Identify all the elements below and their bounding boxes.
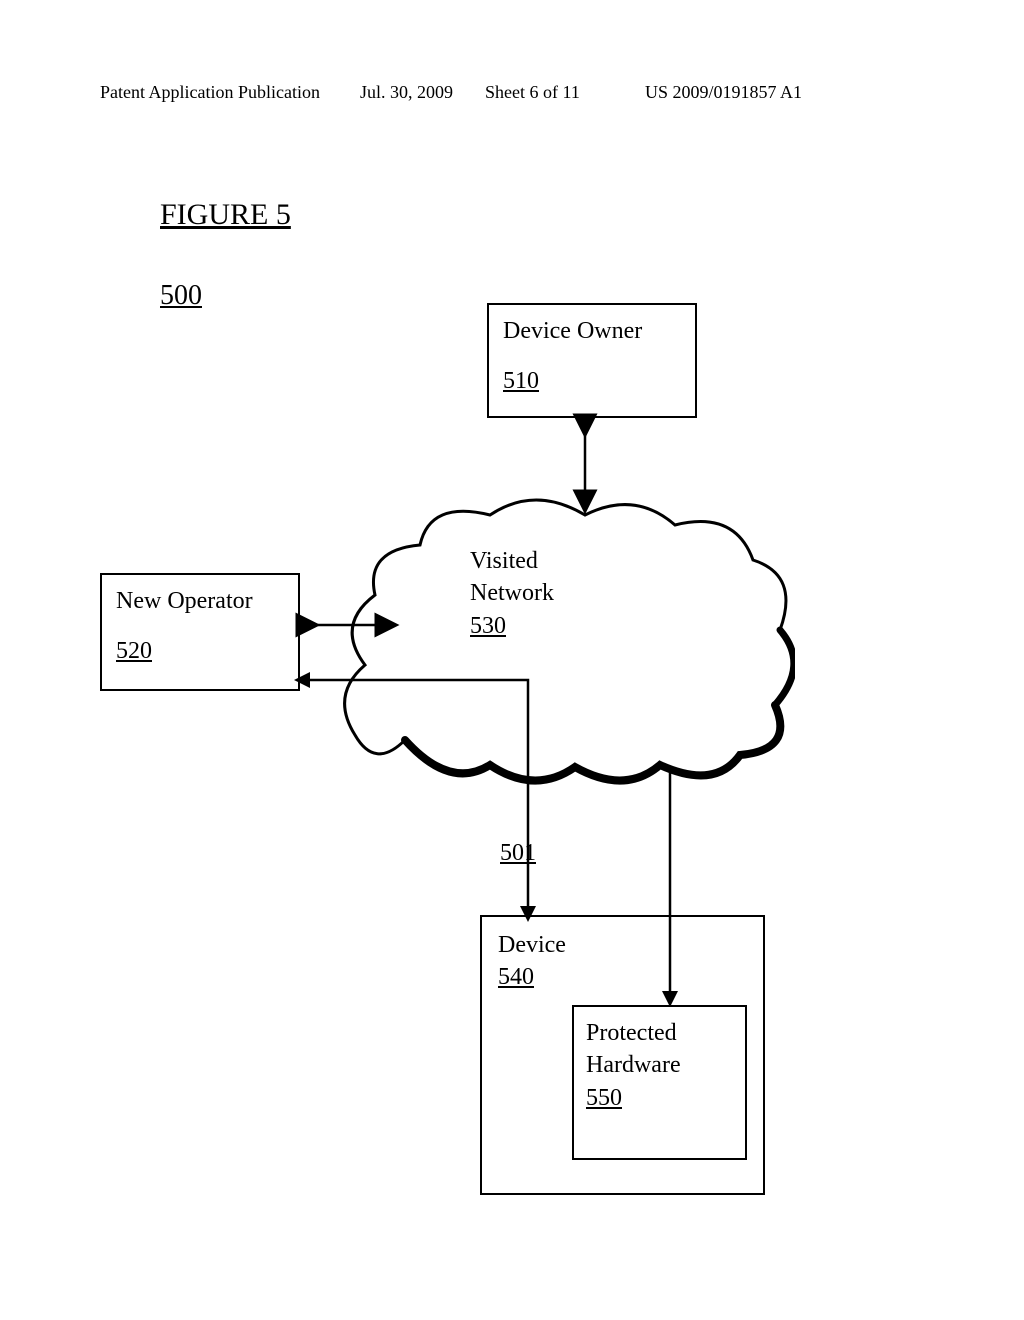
new-operator-label: New Operator [116,585,284,617]
visited-network-label2: Network [470,577,554,609]
box-protected-hardware: Protected Hardware 550 [572,1005,747,1160]
box-device-owner: Device Owner 510 [487,303,697,418]
figure-number: 500 [160,280,202,312]
arrow-501 [298,670,558,930]
arrow-operator-network [300,610,395,640]
device-owner-ref: 510 [503,365,681,397]
box-new-operator: New Operator 520 [100,573,300,691]
new-operator-ref: 520 [116,635,284,667]
protected-hw-label2: Hardware [586,1049,733,1081]
visited-network-label1: Visited [470,545,554,577]
arrow-network-protectedhw [655,770,685,1010]
visited-network-label-group: Visited Network 530 [470,545,554,642]
header-date: Jul. 30, 2009 [360,82,453,103]
box-device: Device 540 Protected Hardware 550 [480,915,765,1195]
header-sheet: Sheet 6 of 11 [485,82,580,103]
device-owner-label: Device Owner [503,315,681,347]
device-ref: 540 [498,961,747,993]
arrow-owner-network [570,418,600,510]
header-pub-number: US 2009/0191857 A1 [645,82,802,103]
device-label: Device [498,929,747,961]
protected-hw-label1: Protected [586,1017,733,1049]
header-publication-type: Patent Application Publication [100,82,320,103]
visited-network-ref: 530 [470,610,554,642]
figure-title: FIGURE 5 [160,198,291,232]
protected-hw-ref: 550 [586,1082,733,1114]
